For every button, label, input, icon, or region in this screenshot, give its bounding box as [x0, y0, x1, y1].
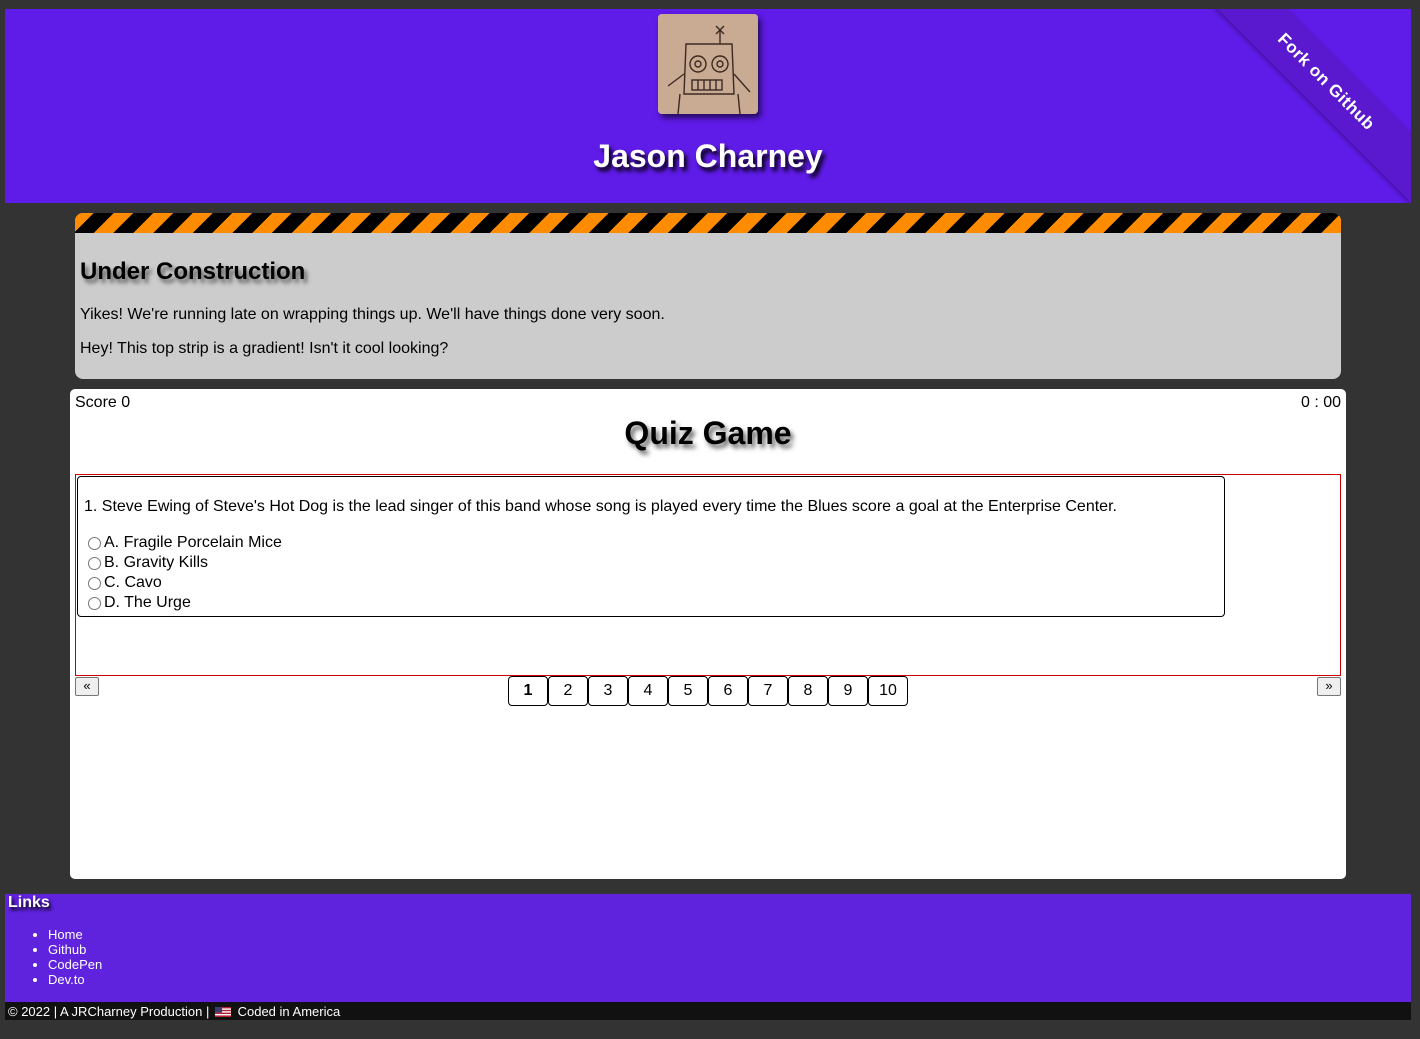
next-question-button[interactable]: » [1317, 677, 1341, 696]
answer-label: D. The Urge [104, 594, 191, 611]
question-text: 1. Steve Ewing of Steve's Hot Dog is the… [84, 498, 1117, 515]
link-label[interactable]: CodePen [48, 957, 102, 972]
link-label[interactable]: Home [48, 927, 83, 942]
under-construction-panel: Under Construction Yikes! We're running … [75, 213, 1341, 379]
page-button-3[interactable]: 3 [588, 676, 628, 706]
question-card: 1. Steve Ewing of Steve's Hot Dog is the… [77, 476, 1225, 617]
page-button-7[interactable]: 7 [748, 676, 788, 706]
page-button-10[interactable]: 10 [868, 676, 908, 706]
fork-on-github-ribbon[interactable]: Fork on Github [1211, 9, 1411, 203]
footer-link-github[interactable]: Github [48, 942, 102, 957]
radio-button[interactable] [88, 536, 101, 550]
page-button-9[interactable]: 9 [828, 676, 868, 706]
timer-label: 0 : 00 [1300, 394, 1341, 411]
hazard-stripe [75, 213, 1341, 233]
answer-label: A. Fragile Porcelain Mice [104, 534, 282, 551]
page-button-4[interactable]: 4 [628, 676, 668, 706]
radio-button[interactable] [88, 596, 101, 610]
answer-label: C. Cavo [104, 574, 162, 591]
construction-heading: Under Construction [80, 258, 306, 285]
radio-button[interactable] [88, 576, 101, 590]
construction-message: Yikes! We're running late on wrapping th… [80, 306, 665, 323]
page-button-6[interactable]: 6 [708, 676, 748, 706]
answer-option[interactable]: D. The Urge [88, 593, 282, 613]
copyright-bar: © 2022 | A JRCharney Production | Coded … [5, 1002, 1411, 1020]
footer-link-devto[interactable]: Dev.to [48, 972, 102, 987]
link-label[interactable]: Dev.to [48, 972, 85, 987]
site-header: Jason Charney Fork on Github [5, 9, 1411, 203]
page-button-8[interactable]: 8 [788, 676, 828, 706]
robot-avatar-icon [658, 14, 758, 114]
fork-ribbon-container: Fork on Github [1211, 9, 1411, 203]
links-heading: Links [8, 894, 50, 911]
quiz-panel: Score 0 0 : 00 Quiz Game 1. Steve Ewing … [70, 389, 1346, 879]
answer-label: B. Gravity Kills [104, 554, 209, 571]
quiz-title: Quiz Game [624, 415, 792, 451]
answer-list: A. Fragile Porcelain Mice B. Gravity Kil… [88, 533, 282, 613]
answer-option[interactable]: B. Gravity Kills [88, 553, 282, 573]
footer-link-codepen[interactable]: CodePen [48, 957, 102, 972]
answer-option[interactable]: C. Cavo [88, 573, 282, 593]
copyright-text: © 2022 | A JRCharney Production | [8, 1004, 210, 1019]
score-label: Score 0 [75, 394, 131, 411]
question-pager: 1 2 3 4 5 6 7 8 9 10 [508, 676, 908, 706]
footer-links-section: Links Home Github CodePen Dev.to [5, 894, 1411, 1002]
coded-in-text: Coded in America [237, 1004, 341, 1019]
question-area: 1. Steve Ewing of Steve's Hot Dog is the… [75, 474, 1341, 676]
answer-option[interactable]: A. Fragile Porcelain Mice [88, 533, 282, 553]
radio-button[interactable] [88, 556, 101, 570]
link-label[interactable]: Github [48, 942, 86, 957]
previous-question-button[interactable]: « [75, 677, 99, 696]
site-title: Jason Charney [593, 138, 823, 174]
construction-note: Hey! This top strip is a gradient! Isn't… [80, 340, 449, 357]
links-list: Home Github CodePen Dev.to [5, 927, 102, 987]
page-button-5[interactable]: 5 [668, 676, 708, 706]
page-button-2[interactable]: 2 [548, 676, 588, 706]
page-button-1[interactable]: 1 [508, 676, 548, 706]
us-flag-icon [214, 1003, 231, 1023]
footer-link-home[interactable]: Home [48, 927, 102, 942]
